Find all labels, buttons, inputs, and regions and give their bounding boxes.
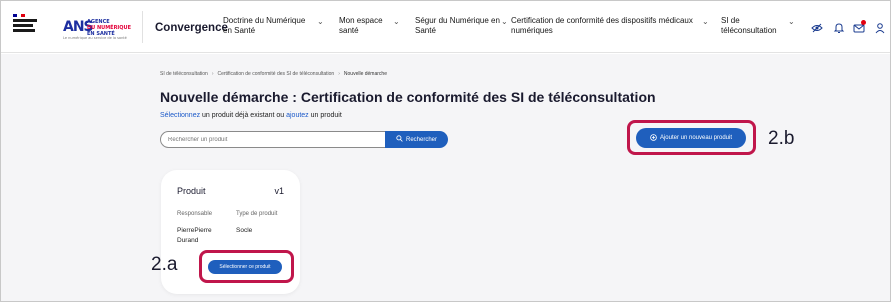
eye-slash-icon[interactable]: [811, 22, 823, 34]
ans-logo[interactable]: ANS AGENCE DU NUMÉRIQUE EN SANTÉ Le numé…: [63, 17, 133, 41]
breadcrumb-item[interactable]: SI de téléconsultation: [160, 71, 208, 77]
product-search-input[interactable]: [160, 131, 385, 148]
annotation-label-2b: 2.b: [768, 128, 795, 149]
search-icon: [396, 135, 403, 144]
republique-francaise-logo[interactable]: [13, 14, 49, 40]
breadcrumb: SI de téléconsultation › Certification de …: [160, 71, 387, 77]
nav-doctrine[interactable]: Doctrine du Numérique en Santé: [223, 16, 305, 36]
breadcrumb-separator: ›: [338, 71, 340, 77]
flag-mark: [13, 14, 25, 17]
user-icon[interactable]: [874, 22, 886, 34]
bell-icon[interactable]: [833, 22, 845, 34]
product-version: v1: [274, 186, 284, 196]
breadcrumb-item[interactable]: Certification de conformité des SI de té…: [217, 71, 334, 77]
type-produit-value: Socle: [236, 227, 253, 234]
breadcrumb-separator: ›: [211, 71, 214, 77]
chevron-down-icon[interactable]: ⌄: [393, 17, 400, 26]
nav-mon-espace-sante[interactable]: Mon espace santé: [339, 16, 383, 36]
ans-logo-tagline: Le numérique au service de la santé: [63, 36, 127, 40]
responsable-label: Responsable: [177, 211, 213, 217]
nav-si-teleconsultation[interactable]: SI de téléconsultation: [721, 16, 777, 36]
nav-segur[interactable]: Ségur du Numérique en Santé: [415, 16, 500, 36]
highlight-box-2a: [199, 250, 294, 283]
search-button[interactable]: Rechercher: [385, 131, 448, 148]
chevron-down-icon[interactable]: ⌄: [317, 17, 324, 26]
ans-logo-text: AGENCE DU NUMÉRIQUE EN SANTÉ: [87, 19, 132, 37]
chevron-down-icon[interactable]: ⌄: [501, 17, 508, 26]
breadcrumb-current: Nouvelle démarche: [343, 71, 387, 77]
brand-name[interactable]: Convergence: [155, 22, 228, 34]
annotation-label-2a: 2.a: [151, 254, 178, 275]
message-icon[interactable]: [853, 20, 866, 34]
nav-certification-dm[interactable]: Certification de conformité des disposit…: [511, 16, 693, 36]
search-button-label: Rechercher: [405, 136, 437, 143]
header-divider: [142, 11, 143, 43]
add-link[interactable]: ajoutez: [286, 112, 309, 119]
page-subtitle: Sélectionnez un produit déjà existant ou…: [160, 112, 342, 119]
select-link[interactable]: Sélectionnez: [160, 112, 200, 119]
chevron-down-icon[interactable]: ⌄: [788, 17, 795, 26]
chevron-down-icon[interactable]: ⌄: [702, 17, 709, 26]
responsable-value: PierrePierre Durand: [177, 227, 212, 244]
page-title: Nouvelle démarche : Certification de con…: [160, 89, 656, 105]
notification-dot: [861, 20, 866, 25]
site-header: ANS AGENCE DU NUMÉRIQUE EN SANTÉ Le numé…: [1, 1, 890, 53]
product-card-title: Produit: [177, 186, 206, 196]
highlight-box-2b: [627, 120, 756, 155]
type-produit-label: Type de produit: [236, 211, 278, 217]
